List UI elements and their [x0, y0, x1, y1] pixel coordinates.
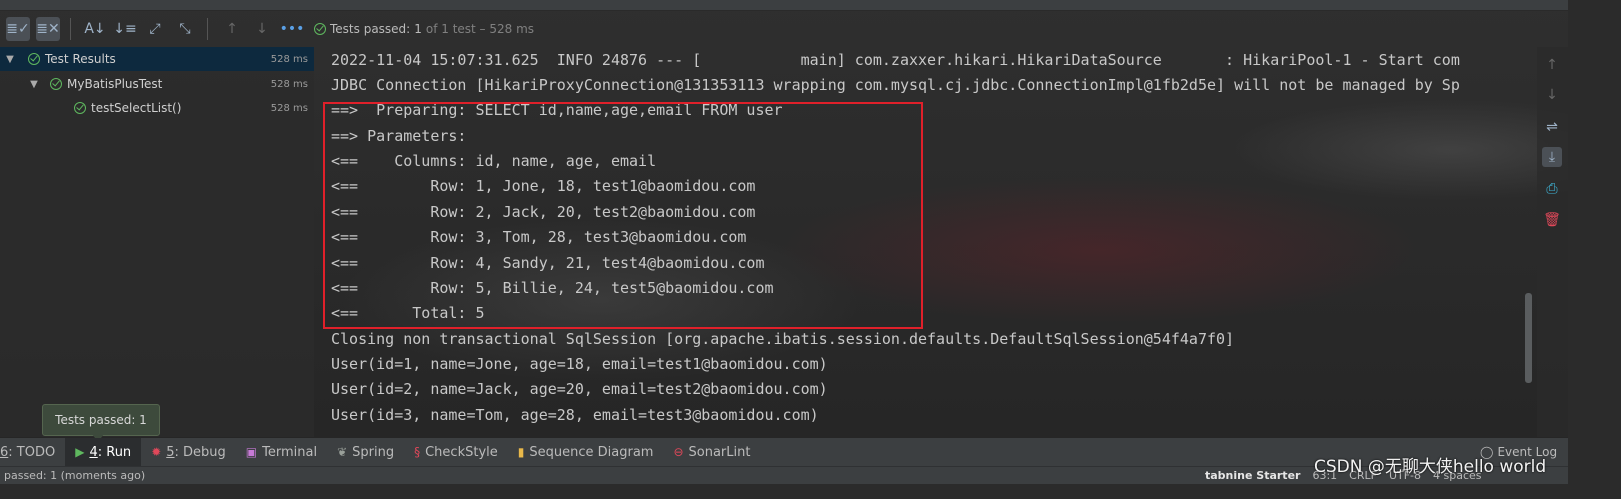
console-scrollbar-thumb[interactable] — [1525, 293, 1532, 383]
tab-label: CheckStyle — [425, 444, 498, 460]
tab-debug[interactable]: ✹ 5: Debug — [141, 438, 236, 466]
checkstyle-icon: § — [414, 445, 421, 459]
test-results-tree: ▼ Test Results 528 ms ▼ MyBatisPlusTest … — [0, 47, 314, 437]
console-line: User(id=3, name=Tom, age=28, email=test3… — [331, 406, 819, 424]
console-side-toolbar: ↑ ↓ ⇌ ⤓ ⎙ 🗑 — [1537, 47, 1568, 437]
tab-number: 5 — [166, 444, 175, 460]
run-icon: ▶ — [75, 445, 85, 459]
tab-label: Terminal — [262, 444, 318, 460]
tab-sequence-diagram[interactable]: ▮ Sequence Diagram — [508, 438, 664, 466]
console-line: 2022-11-04 15:07:31.625 INFO 24876 --- [… — [331, 51, 1460, 69]
show-ignored-button[interactable]: ≣✕ — [36, 17, 60, 41]
passed-check-icon — [314, 23, 326, 35]
status-message[interactable]: passed: 1 (moments ago) — [4, 469, 145, 482]
scroll-to-end-icon[interactable]: ⤓ — [1542, 147, 1562, 167]
toolbar-separator — [70, 18, 71, 40]
passed-check-icon — [74, 102, 86, 114]
sequence-diagram-icon: ▮ — [517, 445, 525, 459]
spring-leaf-icon: ❦ — [337, 445, 348, 459]
sort-alpha-icon: A↓ — [84, 21, 106, 37]
tree-item-test-class[interactable]: ▼ MyBatisPlusTest 528 ms — [0, 72, 314, 96]
window-top-strip — [0, 0, 1568, 11]
terminal-icon: ▣ — [245, 445, 258, 459]
sonarlint-icon: ⊖ — [673, 445, 684, 459]
status-prefix: Tests passed: — [330, 22, 411, 36]
expand-all-button[interactable]: ⤢ — [143, 17, 167, 41]
passed-count: 1 — [414, 22, 422, 36]
tree-item-test-method[interactable]: testSelectList() 528 ms — [0, 96, 314, 120]
tree-item-time: 528 ms — [270, 102, 308, 114]
tab-number: 4 — [89, 444, 98, 460]
next-failed-button[interactable]: ↓ — [250, 17, 274, 41]
run-toolbar: ≣✓ ≣✕ A↓ ↓≡ ⤢ ⤡ ↑ ↓ ••• Tests passed: 1 … — [0, 12, 1568, 46]
csdn-watermark: CSDN @无聊大侠hello world — [1314, 457, 1547, 477]
passed-check-icon — [28, 53, 40, 65]
show-passed-button[interactable]: ≣✓ — [6, 17, 30, 41]
tree-item-label: MyBatisPlusTest — [67, 77, 163, 91]
collapse-all-button[interactable]: ⤡ — [173, 17, 197, 41]
soft-wrap-icon[interactable]: ⇌ — [1542, 117, 1562, 137]
status-detail: of 1 test – 528 ms — [425, 22, 535, 36]
tabnine-widget[interactable]: tabnine Starter — [1205, 469, 1300, 482]
arrow-down-icon: ↓ — [256, 21, 268, 37]
console-line: Closing non transactional SqlSession [or… — [331, 330, 1235, 348]
arrow-up-icon[interactable]: ↑ — [1542, 55, 1562, 75]
chevron-down-icon[interactable]: ▼ — [28, 79, 40, 90]
tab-terminal[interactable]: ▣ Terminal — [236, 438, 327, 466]
console-line: User(id=2, name=Jack, age=20, email=test… — [331, 380, 828, 398]
tab-label: SonarLint — [688, 444, 751, 460]
tests-passed-tooltip: Tests passed: 1 — [42, 404, 160, 436]
console-output[interactable]: 2022-11-04 15:07:31.625 INFO 24876 --- [… — [315, 47, 1537, 437]
console-line: JDBC Connection [HikariProxyConnection@1… — [331, 76, 1460, 94]
console-line: User(id=1, name=Jone, age=18, email=test… — [331, 355, 828, 373]
tab-todo[interactable]: 6: TODO — [0, 438, 65, 466]
trash-icon[interactable]: 🗑 — [1542, 210, 1562, 230]
tree-item-time: 528 ms — [270, 78, 308, 90]
tab-checkstyle[interactable]: § CheckStyle — [404, 438, 508, 466]
bug-icon: ✹ — [151, 445, 162, 459]
tab-sonarlint[interactable]: ⊖ SonarLint — [663, 438, 760, 466]
sort-duration-icon: ↓≡ — [113, 21, 137, 37]
more-options-button[interactable]: ••• — [279, 17, 305, 41]
previous-failed-button[interactable]: ↑ — [220, 17, 244, 41]
tab-run[interactable]: ▶ 4: Run — [65, 438, 142, 466]
arrow-down-icon[interactable]: ↓ — [1542, 85, 1562, 105]
tree-item-label: testSelectList() — [91, 101, 182, 115]
tab-label: Spring — [352, 444, 395, 460]
print-icon[interactable]: ⎙ — [1542, 179, 1562, 199]
collapse-icon: ⤡ — [179, 21, 191, 37]
tree-item-test-results[interactable]: ▼ Test Results 528 ms — [0, 47, 314, 71]
tab-label: Sequence Diagram — [529, 444, 654, 460]
tab-label: : Run — [97, 444, 132, 460]
tab-label: : TODO — [8, 444, 56, 460]
tree-item-label: Test Results — [45, 52, 116, 66]
expand-icon: ⤢ — [149, 21, 161, 37]
sql-highlight-box — [323, 102, 923, 329]
sort-duration-button[interactable]: ↓≡ — [113, 17, 137, 41]
passed-check-icon — [50, 78, 62, 90]
tab-number: 6 — [0, 444, 9, 460]
chevron-down-icon[interactable]: ▼ — [4, 54, 16, 65]
toolbar-separator — [207, 18, 208, 40]
more-icon: ••• — [279, 21, 305, 37]
sort-alpha-button[interactable]: A↓ — [83, 17, 107, 41]
tab-label: : Debug — [174, 444, 226, 460]
arrow-up-icon: ↑ — [226, 21, 238, 37]
tab-spring[interactable]: ❦ Spring — [327, 438, 404, 466]
test-status: Tests passed: 1 of 1 test – 528 ms — [314, 22, 534, 36]
show-passed-icon: ≣✓ — [6, 21, 30, 37]
show-ignored-icon: ≣✕ — [36, 21, 60, 37]
tree-item-time: 528 ms — [270, 53, 308, 65]
